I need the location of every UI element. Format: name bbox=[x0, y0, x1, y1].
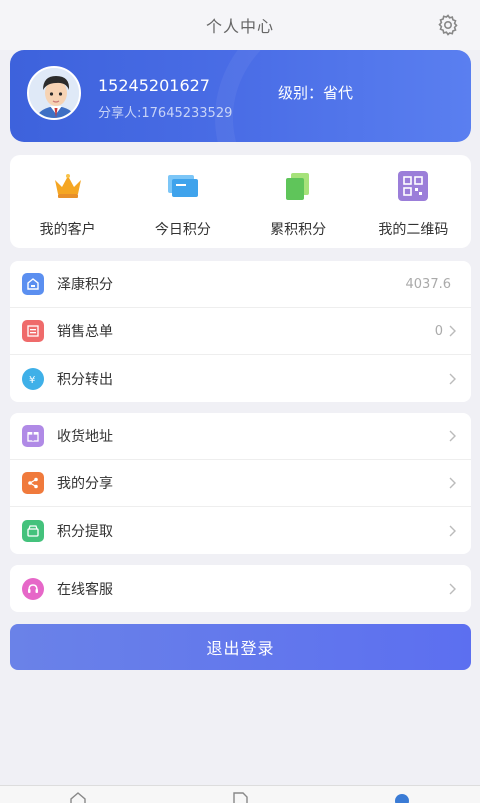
orders-icon bbox=[22, 320, 44, 342]
points-icon bbox=[22, 273, 44, 295]
chevron-right-icon bbox=[449, 525, 456, 536]
stack-icon bbox=[281, 171, 315, 201]
services-group: 收货地址 我的分享 积分提取 bbox=[10, 413, 471, 554]
home-tab-icon[interactable] bbox=[68, 792, 88, 803]
row-label: 销售总单 bbox=[57, 324, 113, 340]
crown-icon bbox=[51, 171, 85, 201]
row-shipping-address[interactable]: 收货地址 bbox=[10, 413, 471, 460]
row-value: 4037.6 bbox=[405, 276, 452, 292]
profile-card: 15245201627 分享人:17645233529 级别：省代 bbox=[10, 50, 471, 142]
withdraw-icon bbox=[22, 519, 44, 542]
bottom-tab-bar bbox=[0, 785, 480, 803]
top-bar: 个人中心 bbox=[0, 0, 480, 50]
row-sales-orders[interactable]: 销售总单 0 bbox=[10, 308, 471, 355]
row-label: 在线客服 bbox=[57, 581, 113, 598]
row-label: 积分提取 bbox=[57, 523, 113, 540]
row-label: 收货地址 bbox=[57, 429, 113, 445]
quick-actions: 我的客户 今日积分 累积积分 我的二维码 bbox=[10, 155, 471, 248]
gift-icon bbox=[22, 425, 44, 447]
share-icon bbox=[22, 472, 44, 494]
transfer-icon: ¥ bbox=[22, 367, 44, 390]
chevron-right-icon bbox=[449, 373, 456, 384]
support-group: 在线客服 bbox=[10, 565, 471, 612]
chevron-right-icon bbox=[449, 325, 456, 337]
profile-tab-icon[interactable] bbox=[392, 792, 412, 803]
svg-text:¥: ¥ bbox=[29, 375, 35, 386]
row-value: 0 bbox=[434, 323, 443, 339]
quick-label: 我的客户 bbox=[39, 222, 96, 238]
logout-button[interactable]: 退出登录 bbox=[10, 624, 471, 670]
cards-icon bbox=[166, 171, 200, 201]
avatar[interactable] bbox=[27, 66, 81, 120]
document-tab-icon[interactable] bbox=[230, 792, 250, 803]
row-online-service[interactable]: 在线客服 bbox=[10, 565, 471, 612]
quick-label: 今日积分 bbox=[154, 222, 211, 238]
quick-my-customers[interactable]: 我的客户 bbox=[10, 155, 125, 248]
row-points-transfer[interactable]: ¥ 积分转出 bbox=[10, 355, 471, 402]
row-label: 泽康积分 bbox=[57, 277, 113, 293]
row-label: 积分转出 bbox=[57, 371, 113, 388]
chevron-right-icon bbox=[449, 430, 456, 442]
chevron-right-icon bbox=[449, 477, 456, 489]
gear-icon[interactable] bbox=[436, 13, 460, 37]
user-level: 级别：省代 bbox=[278, 84, 354, 102]
quick-today-points[interactable]: 今日积分 bbox=[125, 155, 240, 248]
sharer-info: 分享人:17645233529 bbox=[98, 106, 233, 121]
quick-label: 我的二维码 bbox=[378, 222, 449, 238]
quick-label: 累积积分 bbox=[270, 222, 327, 238]
row-label: 我的分享 bbox=[57, 476, 113, 492]
row-my-share[interactable]: 我的分享 bbox=[10, 460, 471, 507]
quick-total-points[interactable]: 累积积分 bbox=[241, 155, 356, 248]
page-title: 个人中心 bbox=[205, 17, 274, 36]
chevron-right-icon bbox=[449, 583, 456, 594]
row-zekang-points[interactable]: 泽康积分 4037.6 bbox=[10, 261, 471, 308]
user-phone: 15245201627 bbox=[98, 76, 210, 95]
qrcode-icon bbox=[396, 171, 430, 201]
points-group: 泽康积分 4037.6 销售总单 0 ¥ 积分转出 bbox=[10, 261, 471, 402]
quick-my-qrcode[interactable]: 我的二维码 bbox=[356, 155, 471, 248]
row-points-withdraw[interactable]: 积分提取 bbox=[10, 507, 471, 554]
support-icon bbox=[22, 577, 44, 600]
